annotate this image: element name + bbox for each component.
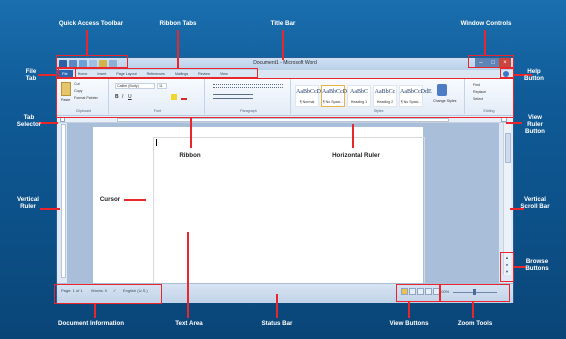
label-text-area: Text Area: [175, 320, 203, 327]
callout-box-window-controls: [468, 55, 514, 68]
callout-line-window-controls: [484, 30, 486, 55]
text-area[interactable]: [153, 137, 425, 285]
callout-box-qat: [56, 55, 128, 68]
document-page: [93, 127, 425, 287]
label-zoom-tools: Zoom Tools: [457, 320, 493, 327]
callout-box-ribbon: [56, 78, 514, 118]
label-cursor: Cursor: [99, 196, 121, 203]
label-ribbon: Ribbon: [179, 152, 201, 159]
callout-line-ribbon: [190, 118, 192, 148]
label-document-information: Document Information: [58, 320, 124, 327]
horizontal-ruler[interactable]: [117, 118, 449, 122]
label-vertical-scroll-bar: Vertical Scroll Bar: [520, 196, 550, 210]
label-horizontal-ruler: Horizontal Ruler: [332, 152, 380, 159]
label-ribbon-tabs: Ribbon Tabs: [159, 20, 197, 27]
label-file-tab: File Tab: [25, 68, 37, 82]
label-browse-buttons: Browse Buttons: [525, 258, 549, 272]
annotated-screenshot: Document1 - Microsoft Word – □ × File Ho…: [0, 0, 566, 339]
callout-line-ribbon-tabs: [177, 30, 179, 68]
callout-box-zoom: [440, 284, 510, 302]
label-tab-selector: Tab Selector: [16, 114, 42, 128]
callout-line-status-bar: [276, 294, 278, 318]
callout-box-view-buttons: [396, 284, 440, 302]
label-quick-access-toolbar: Quick Access Toolbar: [58, 20, 124, 27]
label-status-bar: Status Bar: [261, 320, 293, 327]
callout-line-cursor: [124, 199, 146, 201]
vertical-ruler[interactable]: [61, 124, 66, 278]
label-title-bar: Title Bar: [270, 20, 296, 27]
callout-line-horizontal-ruler: [352, 124, 354, 148]
callout-line-zoom: [472, 302, 474, 318]
callout-box-doc-info: [54, 284, 162, 304]
text-cursor: [156, 139, 157, 146]
callout-box-browse: [500, 252, 514, 282]
callout-line-text-area: [187, 232, 189, 318]
label-view-ruler-button: View Ruler Button: [525, 114, 545, 135]
callout-box-ribbon-tabs: [58, 68, 258, 78]
scroll-thumb[interactable]: [505, 133, 511, 163]
label-vertical-ruler: Vertical Ruler: [16, 196, 39, 210]
callout-line-doc-info: [94, 304, 96, 318]
callout-box-file-tab: [56, 68, 76, 78]
callout-line-view-buttons: [408, 302, 410, 318]
document-area: [67, 123, 499, 287]
callout-line-title-bar: [282, 30, 284, 60]
label-window-controls: Window Controls: [460, 20, 512, 27]
callout-box-help: [500, 68, 514, 78]
callout-line-qat: [86, 30, 88, 56]
label-help-button: Help Button: [524, 68, 544, 82]
label-view-buttons: View Buttons: [389, 320, 429, 327]
